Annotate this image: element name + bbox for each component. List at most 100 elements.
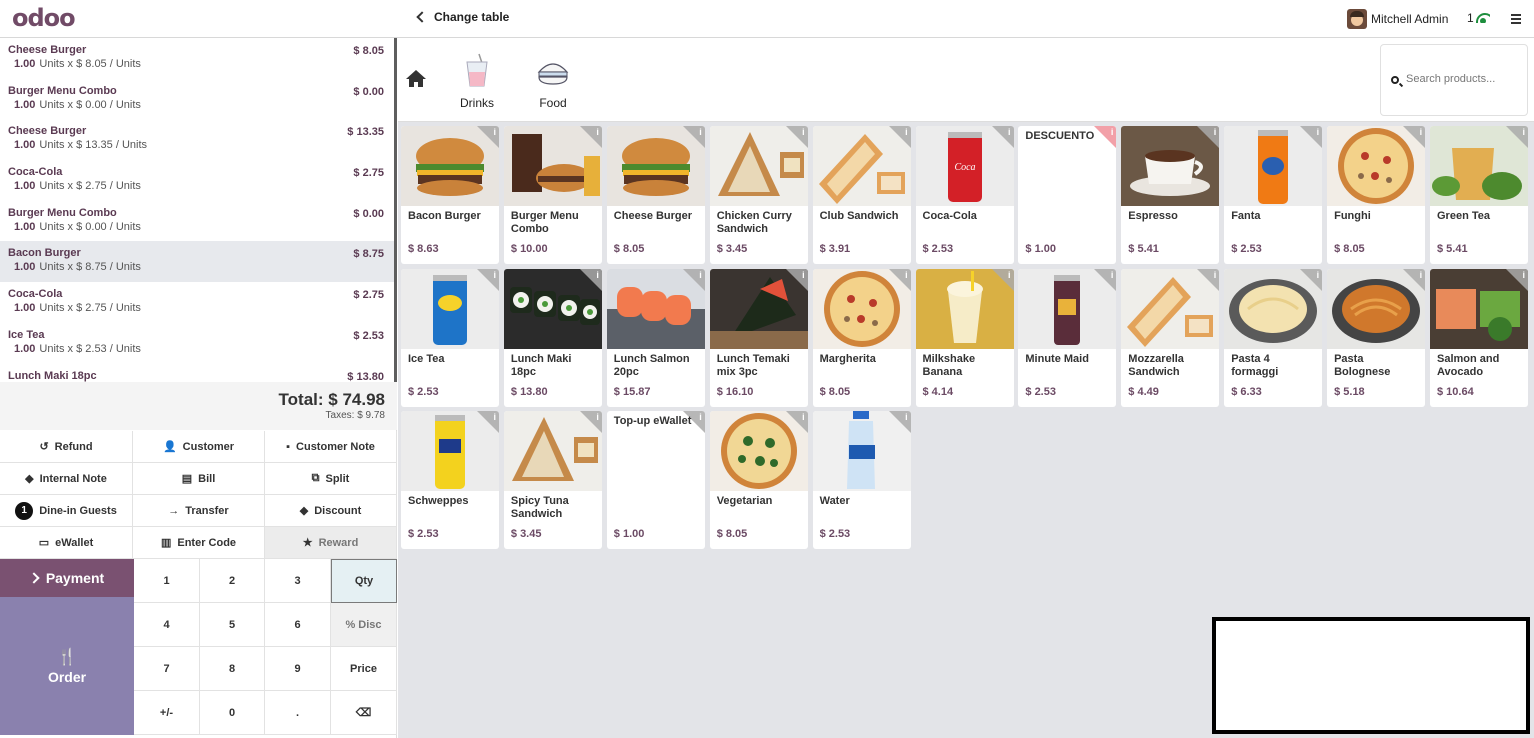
product-card[interactable]: i DESCUENTO $ 1.00 [1018,126,1117,264]
refund-button[interactable]: ↺ Refund [0,431,133,463]
product-card[interactable]: i Fanta $ 2.53 [1224,126,1323,264]
category-food[interactable]: Food [523,52,583,110]
product-card[interactable]: i Bacon Burger $ 8.63 [401,126,499,264]
info-icon[interactable]: i [1111,270,1114,280]
info-icon[interactable]: i [905,412,908,422]
orderline[interactable]: Coca-Cola $ 2.75 1.00 Units x $ 2.75 / Unit… [0,282,394,323]
price-mode-key[interactable]: Price [331,647,397,691]
info-icon[interactable]: i [699,270,702,280]
enter-code-button[interactable]: ▥ Enter Code [133,527,265,559]
product-card[interactable]: i Lunch Maki 18pc $ 13.80 [503,268,602,407]
info-icon[interactable]: i [596,270,599,280]
info-icon[interactable]: i [1317,127,1320,137]
orderline[interactable]: Lunch Maki 18pc$ 13.801.00Units x $ 13.8… [0,364,394,383]
info-icon[interactable]: i [1420,127,1423,137]
numpad-key-8[interactable]: 8 [200,647,265,691]
info-icon[interactable]: i [493,270,496,280]
transfer-button[interactable]: → Transfer [133,495,265,527]
customer-note-button[interactable]: ▪ Customer Note [265,431,397,463]
product-card[interactable]: i Margherita $ 8.05 [812,268,911,407]
info-icon[interactable]: i [802,270,805,280]
numpad-key-7[interactable]: 7 [134,647,200,691]
info-icon[interactable]: i [596,412,599,422]
product-card[interactable]: i Club Sandwich $ 3.91 [812,126,911,264]
category-drinks[interactable]: Drinks [447,52,507,110]
ewallet-button[interactable]: ▭ eWallet [0,527,133,559]
product-card[interactable]: i Cheese Burger $ 8.05 [606,126,705,264]
backspace-key[interactable]: ⌫ [331,691,397,735]
split-button[interactable]: ⧉ Split [265,463,397,495]
orderline[interactable]: Cheese Burger $ 8.05 1.00 Units x $ 8.05 / … [0,38,394,79]
info-icon[interactable]: i [493,412,496,422]
numpad-key-9[interactable]: 9 [265,647,331,691]
product-card[interactable]: i Ice Tea $ 2.53 [401,268,499,407]
info-icon[interactable]: i [596,127,599,137]
product-card[interactable]: i Burger Menu Combo $ 10.00 [503,126,602,264]
info-icon[interactable]: i [1008,270,1011,280]
numpad-key-4[interactable]: 4 [134,603,200,647]
user-menu[interactable]: Mitchell Admin [1347,9,1448,29]
numpad-key-6[interactable]: 6 [265,603,331,647]
customer-button[interactable]: 👤 Customer [133,431,265,463]
payment-button[interactable]: Payment [0,559,134,597]
info-icon[interactable]: i [1214,270,1217,280]
info-icon[interactable]: i [1522,270,1525,280]
product-card[interactable]: i Green Tea $ 5.41 [1430,126,1528,264]
qty-mode-key[interactable]: Qty [331,559,397,603]
product-card[interactable]: i Vegetarian $ 8.05 [709,411,808,549]
product-card[interactable]: i Water $ 2.53 [812,411,911,549]
connection-status[interactable]: 1 [1467,11,1490,25]
decimal-key[interactable]: . [265,691,331,735]
orderline-list[interactable]: Cheese Burger $ 8.05 1.00 Units x $ 8.05 / … [0,38,397,382]
numpad-key-0[interactable]: 0 [200,691,265,735]
product-card[interactable]: i Pasta 4 formaggi $ 6.33 [1224,268,1323,407]
product-card[interactable]: i Lunch Temaki mix 3pc $ 16.10 [709,268,808,407]
product-card[interactable]: i Top-up eWallet $ 1.00 [606,411,705,549]
product-card[interactable]: i Espresso $ 5.41 [1121,126,1220,264]
product-card[interactable]: i Milkshake Banana $ 4.14 [915,268,1014,407]
internal-note-button[interactable]: ◆ Internal Note [0,463,133,495]
product-card[interactable]: i Lunch Salmon 20pc $ 15.87 [606,268,705,407]
product-card[interactable]: i Salmon and Avocado $ 10.64 [1430,268,1528,407]
sign-key[interactable]: +/- [134,691,200,735]
info-icon[interactable]: i [493,127,496,137]
info-icon[interactable]: i [1522,127,1525,137]
product-card[interactable]: i Funghi $ 8.05 [1327,126,1426,264]
orderline[interactable]: Coca-Cola $ 2.75 1.00 Units x $ 2.75 / Unit… [0,160,394,201]
info-icon[interactable]: i [802,412,805,422]
info-icon[interactable]: i [1317,270,1320,280]
orderline[interactable]: Ice Tea $ 2.53 1.00 Units x $ 2.53 / Units [0,323,394,364]
product-card[interactable]: i Pasta Bolognese $ 5.18 [1327,268,1426,407]
product-card[interactable]: Coca i Coca-Cola $ 2.53 [915,126,1014,264]
home-icon[interactable] [406,70,426,88]
product-card[interactable]: i Spicy Tuna Sandwich $ 3.45 [503,411,602,549]
numpad-key-1[interactable]: 1 [134,559,200,603]
orderline[interactable]: Bacon Burger $ 8.75 1.00 Units x $ 8.75 / U… [0,241,394,283]
product-card[interactable]: i Minute Maid $ 2.53 [1018,268,1117,407]
info-icon[interactable]: i [802,127,805,137]
dine-in-guests-button[interactable]: 1 Dine-in Guests [0,495,133,527]
orderline[interactable]: Cheese Burger $ 13.35 1.00 Units x $ 13.35 … [0,119,394,160]
reward-button[interactable]: ★ Reward [265,527,397,559]
info-icon[interactable]: i [905,270,908,280]
info-icon[interactable]: i [905,127,908,137]
discount-mode-key[interactable]: % Disc [331,603,397,647]
numpad-key-3[interactable]: 3 [265,559,331,603]
product-card[interactable]: i Mozzarella Sandwich $ 4.49 [1121,268,1220,407]
product-card[interactable]: i Chicken Curry Sandwich $ 3.45 [709,126,808,264]
info-icon[interactable]: i [1420,270,1423,280]
change-table-button[interactable]: Change table [414,10,509,24]
info-icon[interactable]: i [1214,127,1217,137]
info-icon[interactable]: i [1008,127,1011,137]
discount-button[interactable]: ◆ Discount [265,495,397,527]
orderline[interactable]: Burger Menu Combo $ 0.00 1.00 Units x $ 0.0… [0,201,394,242]
order-button[interactable]: 🍴 Order [0,597,134,735]
info-icon[interactable]: i [699,127,702,137]
orderline[interactable]: Burger Menu Combo $ 0.00 1.00 Units x $ 0.0… [0,79,394,120]
product-card[interactable]: i Schweppes $ 2.53 [401,411,499,549]
search-input[interactable] [1406,73,1524,85]
hamburger-menu-icon[interactable] [1511,14,1521,24]
bill-button[interactable]: ▤ Bill [133,463,265,495]
numpad-key-5[interactable]: 5 [200,603,265,647]
numpad-key-2[interactable]: 2 [200,559,265,603]
